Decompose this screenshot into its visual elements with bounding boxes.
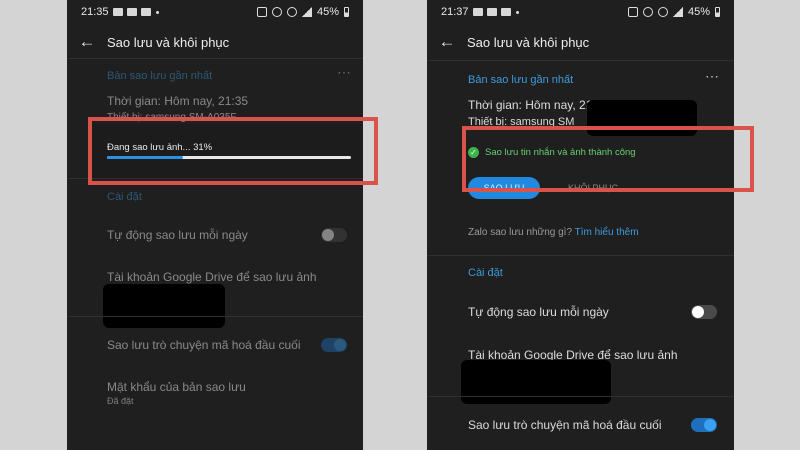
- backup-info-question: Zalo sao lưu những gì?: [468, 227, 573, 238]
- more-options-icon[interactable]: ⋯: [705, 68, 720, 85]
- auto-backup-toggle[interactable]: [691, 305, 717, 319]
- battery-percent: 45%: [316, 6, 339, 18]
- backup-password-status: Đã đặt: [107, 396, 134, 406]
- more-options-icon[interactable]: ⋯: [337, 64, 352, 81]
- page-title: Sao lưu và khôi phục: [107, 34, 230, 50]
- page-title: Sao lưu và khôi phục: [467, 34, 590, 50]
- right-phone-screen: 21:37 45% ← Sao lưu và khôi phục Bản sao…: [427, 0, 734, 450]
- status-icons: 45%: [627, 0, 720, 24]
- status-bar: 21:35 45%: [67, 0, 363, 24]
- recent-backup-label: Bản sao lưu gần nhất: [468, 74, 574, 86]
- signal-icon: [672, 7, 683, 17]
- notification-icon: [140, 8, 151, 16]
- divider: [67, 316, 363, 317]
- auto-backup-label: Tự động sao lưu mỗi ngày: [468, 305, 609, 319]
- notification-icon: [126, 8, 137, 16]
- status-icons: 45%: [256, 0, 349, 24]
- highlight-box: [88, 117, 378, 185]
- redacted-account-info: [103, 284, 225, 328]
- divider: [427, 255, 734, 256]
- highlight-box: [462, 126, 754, 192]
- learn-more-link[interactable]: Tìm hiểu thêm: [575, 227, 639, 238]
- e2ee-backup-toggle[interactable]: [321, 338, 347, 352]
- divider: [427, 396, 734, 397]
- battery-icon: [344, 7, 349, 17]
- battery-icon: [715, 7, 720, 17]
- lock-icon: [627, 7, 638, 17]
- status-bar: 21:37 45%: [427, 0, 734, 24]
- e2ee-backup-toggle[interactable]: [691, 418, 717, 432]
- divider: [67, 58, 363, 59]
- back-arrow-icon[interactable]: ←: [437, 32, 457, 52]
- wifi-icon: [657, 7, 668, 17]
- left-phone-screen: 21:35 45% ← Sao lưu và khôi phục Bản sao…: [67, 0, 363, 450]
- recent-backup-label: Bản sao lưu gần nhất: [107, 70, 213, 82]
- app-bar: ← Sao lưu và khôi phục: [67, 26, 363, 58]
- settings-label: Cài đặt: [107, 191, 142, 203]
- back-arrow-icon[interactable]: ←: [77, 32, 97, 52]
- divider: [427, 60, 734, 61]
- alarm-icon: [271, 7, 282, 17]
- e2ee-backup-label: Sao lưu trò chuyện mã hoá đầu cuối: [468, 418, 662, 432]
- status-time: 21:35: [81, 6, 109, 18]
- notification-icon: [112, 8, 123, 16]
- e2ee-backup-label: Sao lưu trò chuyện mã hoá đầu cuối: [107, 338, 301, 352]
- app-bar: ← Sao lưu và khôi phục: [427, 26, 734, 58]
- auto-backup-toggle[interactable]: [321, 228, 347, 242]
- alarm-icon: [642, 7, 653, 17]
- notification-icon: [486, 8, 497, 16]
- backup-time: Thời gian: Hôm nay, 21:35: [107, 94, 249, 108]
- status-time: 21:37: [441, 6, 469, 18]
- settings-label: Cài đặt: [468, 267, 503, 279]
- lock-icon: [256, 7, 267, 17]
- redacted-account-info: [461, 360, 611, 404]
- backup-info-line: Zalo sao lưu những gì? Tìm hiểu thêm: [468, 227, 639, 238]
- battery-percent: 45%: [687, 6, 710, 18]
- more-notifications-icon: [515, 10, 519, 14]
- notification-icon: [500, 8, 511, 16]
- backup-password-label[interactable]: Mật khẩu của bản sao lưu: [107, 380, 246, 394]
- wifi-icon: [286, 7, 297, 17]
- notification-icon: [472, 8, 483, 16]
- signal-icon: [301, 7, 312, 17]
- more-notifications-icon: [155, 10, 159, 14]
- auto-backup-label: Tự động sao lưu mỗi ngày: [107, 228, 248, 242]
- drive-account-label[interactable]: Tài khoản Google Drive để sao lưu ảnh: [107, 270, 317, 284]
